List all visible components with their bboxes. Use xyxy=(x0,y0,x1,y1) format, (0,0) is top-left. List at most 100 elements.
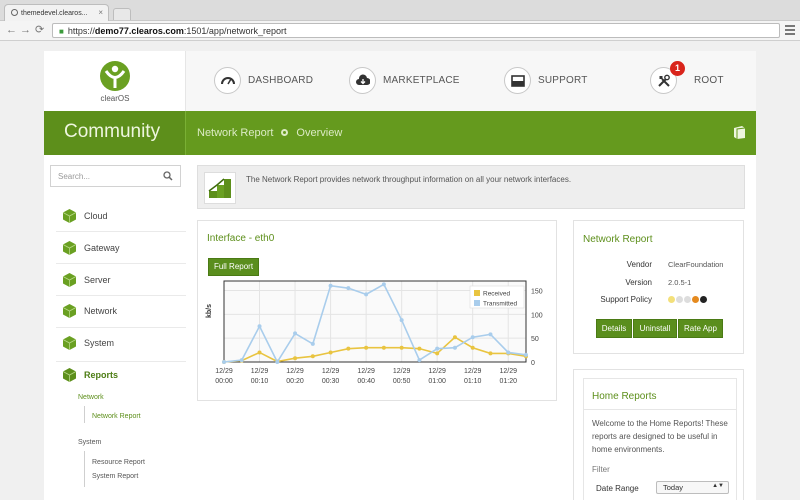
series-point-received xyxy=(293,356,298,361)
date-range-select[interactable]: Today ▲▼ xyxy=(656,481,729,494)
browser-menu-icon[interactable] xyxy=(785,25,795,35)
series-point-transmitted xyxy=(470,335,475,340)
uninstall-button[interactable]: Uninstall xyxy=(633,319,677,338)
browser-tabstrip: themedevel.clearos... × xyxy=(0,0,800,21)
filter-label: Filter xyxy=(592,465,610,474)
sidebar-item-label: Reports xyxy=(84,370,119,380)
app-description: The Network Report provides network thro… xyxy=(246,175,572,184)
server-cube-icon xyxy=(62,273,77,287)
reports-link-resource-report[interactable]: Resource Report xyxy=(92,459,145,466)
legend-swatch xyxy=(474,290,480,296)
url-host: demo77.clearos.com xyxy=(94,26,184,36)
throughput-chart: 150 100 50 0 12/29 00:00 12/29 00:10 12/29 00:20 1… xyxy=(206,280,543,385)
logo-text: clearOS xyxy=(100,94,130,103)
reports-group-network: Network xyxy=(78,394,104,401)
reports-link-system-report[interactable]: System Report xyxy=(92,473,138,480)
clearos-logo-icon xyxy=(100,61,130,91)
policy-dot xyxy=(684,296,691,303)
cloud-download-icon xyxy=(356,74,370,85)
sidebar-reports-section: Reports Network Network Report System Re… xyxy=(56,361,186,500)
sidebar-divider xyxy=(56,231,186,232)
y-axis-label: kb/s xyxy=(206,304,213,318)
app-container: clearOS DASHBOARD MARKETPLACE SUPPORT 1 … xyxy=(44,51,756,500)
y-tick-label: 0 xyxy=(531,360,535,367)
notification-badge[interactable]: 1 xyxy=(670,61,685,76)
book-icon[interactable] xyxy=(732,125,747,140)
series-point-transmitted xyxy=(257,324,262,329)
x-tick-date: 12/29 xyxy=(322,368,340,375)
x-tick-date: 12/29 xyxy=(464,368,482,375)
interface-chart-panel: Interface - eth0 Full Report 150 100 50 0 12… xyxy=(197,220,557,401)
x-tick-date: 12/29 xyxy=(286,368,304,375)
series-point-transmitted xyxy=(239,358,244,363)
x-tick-time: 00:50 xyxy=(393,378,411,385)
x-tick-date: 12/29 xyxy=(215,368,233,375)
x-tick-time: 00:10 xyxy=(251,378,269,385)
gateway-cube-icon xyxy=(62,241,77,255)
series-point-received xyxy=(328,350,333,355)
url-scheme: https:// xyxy=(67,26,95,36)
sidebar-divider xyxy=(56,263,186,264)
x-tick-date: 12/29 xyxy=(428,368,446,375)
series-point-received xyxy=(257,350,262,355)
reports-group-system: System xyxy=(78,439,102,446)
series-point-received xyxy=(470,345,475,350)
home-reports-title: Home Reports xyxy=(592,391,657,402)
nav-support-label: SUPPORT xyxy=(538,75,588,86)
series-point-received xyxy=(452,335,457,340)
sidebar-search-input[interactable]: Search... xyxy=(50,165,181,187)
policy-dot xyxy=(700,296,707,303)
version-value: 2.0.5-1 xyxy=(668,278,692,287)
url-path: :1501/app/network_report xyxy=(183,26,287,36)
back-icon[interactable]: ← xyxy=(6,24,17,37)
edition-title: Community xyxy=(64,121,161,142)
series-point-transmitted xyxy=(399,318,404,323)
top-navigation: DASHBOARD MARKETPLACE SUPPORT 1 ROOT xyxy=(186,51,756,111)
series-point-transmitted xyxy=(381,282,386,287)
reload-icon[interactable]: ⟳ xyxy=(35,24,44,37)
search-icon[interactable] xyxy=(163,171,173,181)
browser-toolbar: ← → ⟳ ■ https://demo77.clearos.com:1501/a… xyxy=(0,21,800,41)
x-tick-date: 12/29 xyxy=(357,368,375,375)
lock-icon: ■ xyxy=(59,27,64,36)
series-point-transmitted xyxy=(506,350,511,355)
series-point-transmitted xyxy=(310,341,315,346)
x-tick-time: 00:20 xyxy=(286,378,304,385)
support-policy-rating xyxy=(668,295,708,304)
forward-icon[interactable]: → xyxy=(20,24,31,37)
nav-dashboard-circle xyxy=(214,67,241,94)
series-point-transmitted xyxy=(222,360,226,364)
sidebar-item-label: Cloud xyxy=(84,211,108,221)
series-point-received xyxy=(364,345,369,350)
browser-tab[interactable]: themedevel.clearos... × xyxy=(4,4,109,21)
series-point-transmitted xyxy=(435,346,440,351)
series-point-received xyxy=(488,351,493,356)
series-point-transmitted xyxy=(452,345,457,350)
series-point-received xyxy=(417,346,422,351)
address-bar[interactable]: ■ https://demo77.clearos.com:1501/app/net… xyxy=(52,23,780,38)
series-point-received xyxy=(399,345,404,350)
breadcrumb-app[interactable]: Network Report xyxy=(197,127,273,139)
network-report-icon xyxy=(208,178,231,198)
legend-swatch xyxy=(474,300,480,306)
details-button[interactable]: Details xyxy=(596,319,632,338)
y-tick-label: 150 xyxy=(531,289,543,296)
reports-link-network-report[interactable]: Network Report xyxy=(92,413,141,420)
app-info-title: Network Report xyxy=(583,234,653,245)
policy-dot xyxy=(668,296,675,303)
new-tab-button[interactable] xyxy=(113,8,131,20)
x-tick-time: 00:00 xyxy=(215,378,233,385)
rate-app-button[interactable]: Rate App xyxy=(678,319,723,338)
y-tick-label: 100 xyxy=(531,312,543,319)
logo[interactable]: clearOS xyxy=(44,51,186,111)
sidebar-divider xyxy=(56,327,186,328)
nav-marketplace-label: MARKETPLACE xyxy=(383,75,460,86)
select-arrows-icon: ▲▼ xyxy=(712,483,724,489)
sidebar-item-label: Server xyxy=(84,275,111,285)
breadcrumb: Network Report Overview xyxy=(197,127,342,139)
inbox-icon xyxy=(511,75,525,87)
series-point-transmitted xyxy=(293,331,298,336)
edition-panel: Community xyxy=(44,111,186,155)
tab-close-icon[interactable]: × xyxy=(98,8,103,17)
x-tick-time: 00:30 xyxy=(322,378,340,385)
